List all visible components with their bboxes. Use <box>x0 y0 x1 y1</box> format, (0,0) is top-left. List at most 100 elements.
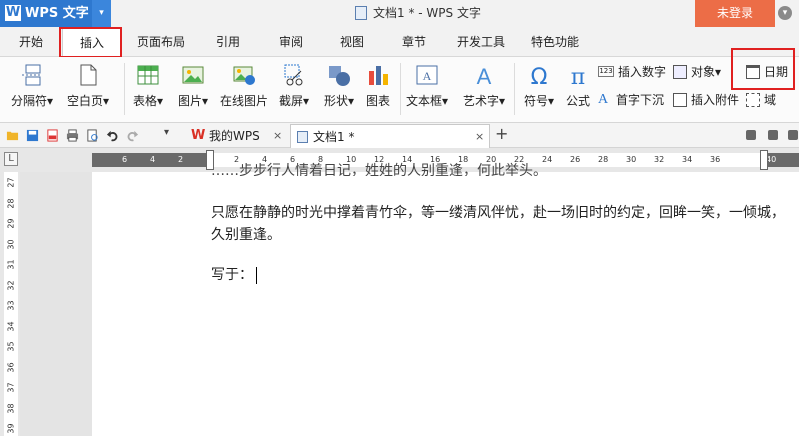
chart-label: 图表 <box>365 94 390 108</box>
chart-button[interactable]: 图表 <box>360 57 396 123</box>
vertical-ruler-number: 28 <box>6 197 16 209</box>
wps-w-icon: W <box>191 128 206 143</box>
vertical-ruler-number: 37 <box>6 382 16 393</box>
doc-tab-label: 我的WPS <box>209 129 260 143</box>
online-picture-icon <box>233 66 255 85</box>
tab-insert[interactable]: 插入 <box>62 27 122 58</box>
textbox-button[interactable]: A 文本框▾ <box>402 57 452 123</box>
quick-access-dropdown-icon[interactable]: ▾ <box>164 127 169 138</box>
field-icon <box>746 92 760 107</box>
quick-access-bar: ▾ W 我的WPS × 文档1 * × + <box>0 123 799 148</box>
chevron-down-icon[interactable]: ▾ <box>92 0 111 27</box>
date-button[interactable]: 日期 <box>746 62 788 82</box>
add-tab-icon[interactable]: + <box>495 124 508 143</box>
formula-button[interactable]: π 公式 <box>560 57 596 123</box>
shapes-label: 形状▾ <box>323 94 355 108</box>
right-margin-marker-icon[interactable] <box>760 150 768 170</box>
wordart-label: 艺术字▾ <box>462 94 506 108</box>
screenshot-label: 截屏▾ <box>278 94 310 108</box>
doc-partial-line[interactable]: ……步步行人情着日记，姓姓的人别重逢，何此举头。 <box>211 162 547 176</box>
vertical-ruler-number: 38 <box>6 402 16 414</box>
picture-label: 图片▾ <box>177 94 209 108</box>
tile-icon[interactable] <box>768 130 778 140</box>
insert-attachment-button[interactable]: 插入附件 <box>673 90 739 110</box>
save-icon[interactable] <box>26 129 39 142</box>
svg-text:π: π <box>571 65 585 87</box>
login-button[interactable]: 未登录 <box>695 0 775 27</box>
vertical-ruler-number: 27 <box>6 177 16 188</box>
vertical-ruler-area: 27 28 29 30 31 32 33 34 35 36 37 38 39 <box>0 172 20 436</box>
document-page[interactable]: ……步步行人情着日记，姓姓的人别重逢，何此举头。 只愿在静静的时光中撑着青竹伞，… <box>92 163 799 436</box>
scissors-icon <box>284 64 303 86</box>
doc-tab-document1[interactable]: 文档1 * × <box>290 124 490 148</box>
tab-developer[interactable]: 开发工具 <box>448 27 514 57</box>
app-name: WPS 文字 <box>25 6 89 21</box>
object-button[interactable]: 对象▾ <box>673 62 721 82</box>
object-icon <box>673 64 687 79</box>
doc-paragraph-line-1[interactable]: 只愿在静静的时光中撑着青竹伞，等一缕清风伴忧，赴一场旧时的约定，回眸一笑，一倾城… <box>211 204 785 222</box>
ruler-number: 36 <box>710 155 721 164</box>
field-button[interactable]: 域 <box>746 90 776 110</box>
textbox-label: 文本框▾ <box>405 94 449 108</box>
tab-references[interactable]: 引用 <box>205 27 251 57</box>
close-icon[interactable]: × <box>475 125 484 149</box>
page-break-label: 分隔符▾ <box>10 94 54 108</box>
blank-page-button[interactable]: 空白页▾ <box>60 57 116 123</box>
symbol-label: 符号▾ <box>523 94 555 108</box>
screenshot-button[interactable]: 截屏▾ <box>274 57 314 123</box>
doc-written-at-line[interactable]: 写于： <box>211 266 257 284</box>
redo-icon[interactable] <box>126 129 139 142</box>
doc-tab-label: 文档1 * <box>313 130 355 144</box>
vertical-ruler-number: 29 <box>6 218 16 229</box>
ruler-number: 32 <box>654 155 665 164</box>
ruler-number: 26 <box>570 155 581 164</box>
svg-text:A: A <box>423 69 432 83</box>
ruler-number: 2 <box>178 155 184 164</box>
table-label: 表格▾ <box>132 94 164 108</box>
vertical-ruler-number: 36 <box>6 361 16 373</box>
symbol-button[interactable]: Ω 符号▾ <box>518 57 560 123</box>
tab-review[interactable]: 审阅 <box>268 27 314 57</box>
export-pdf-icon[interactable] <box>46 129 59 142</box>
ribbon-separator <box>400 63 401 115</box>
tab-page-layout[interactable]: 页面布局 <box>130 27 192 57</box>
ruler-number: 30 <box>626 155 637 164</box>
online-picture-button[interactable]: 在线图片 <box>216 57 272 123</box>
tab-stop-selector-icon[interactable]: L <box>4 152 18 166</box>
layout-icon[interactable] <box>746 130 756 140</box>
tab-start[interactable]: 开始 <box>6 27 56 57</box>
vertical-ruler-number: 30 <box>6 238 16 250</box>
undo-icon[interactable] <box>106 129 119 142</box>
document-canvas: ……步步行人情着日记，姓姓的人别重逢，何此举头。 只愿在静静的时光中撑着青竹伞，… <box>20 163 799 436</box>
tab-view[interactable]: 视图 <box>329 27 375 57</box>
wordart-button[interactable]: A 艺术字▾ <box>458 57 510 123</box>
page-break-button[interactable]: 分隔符▾ <box>4 57 60 123</box>
tab-features[interactable]: 特色功能 <box>522 27 588 57</box>
shapes-icon <box>329 66 350 86</box>
calendar-icon <box>746 64 760 79</box>
online-picture-label: 在线图片 <box>219 94 268 108</box>
vertical-ruler-number: 35 <box>6 341 16 352</box>
shapes-button[interactable]: 形状▾ <box>318 57 360 123</box>
textbox-icon: A <box>416 65 438 85</box>
tab-chapter[interactable]: 章节 <box>391 27 437 57</box>
settings-icon[interactable]: ▾ <box>778 6 792 20</box>
document-icon <box>355 5 367 20</box>
doc-paragraph-line-2[interactable]: 久别重逢。 <box>211 226 281 244</box>
doc-tab-my-wps[interactable]: W 我的WPS × <box>187 124 287 148</box>
print-preview-icon[interactable] <box>86 129 99 142</box>
picture-button[interactable]: 图片▾ <box>172 57 214 123</box>
drop-cap-button[interactable]: A 首字下沉 <box>598 90 664 110</box>
vertical-ruler-number: 34 <box>6 320 16 332</box>
number-icon: 123 <box>598 66 614 77</box>
table-button[interactable]: 表格▾ <box>128 57 168 123</box>
window-icon[interactable] <box>788 130 798 140</box>
app-menu-button[interactable]: W WPS 文字 ▾ <box>0 0 111 27</box>
close-icon[interactable]: × <box>273 124 282 148</box>
print-icon[interactable] <box>66 129 79 142</box>
insert-number-button[interactable]: 123 插入数字 <box>598 62 666 82</box>
open-folder-icon[interactable] <box>6 129 19 142</box>
formula-label: 公式 <box>565 94 590 108</box>
vertical-ruler[interactable]: 27 28 29 30 31 32 33 34 35 36 37 38 39 <box>4 172 18 436</box>
ribbon-separator <box>124 63 125 115</box>
